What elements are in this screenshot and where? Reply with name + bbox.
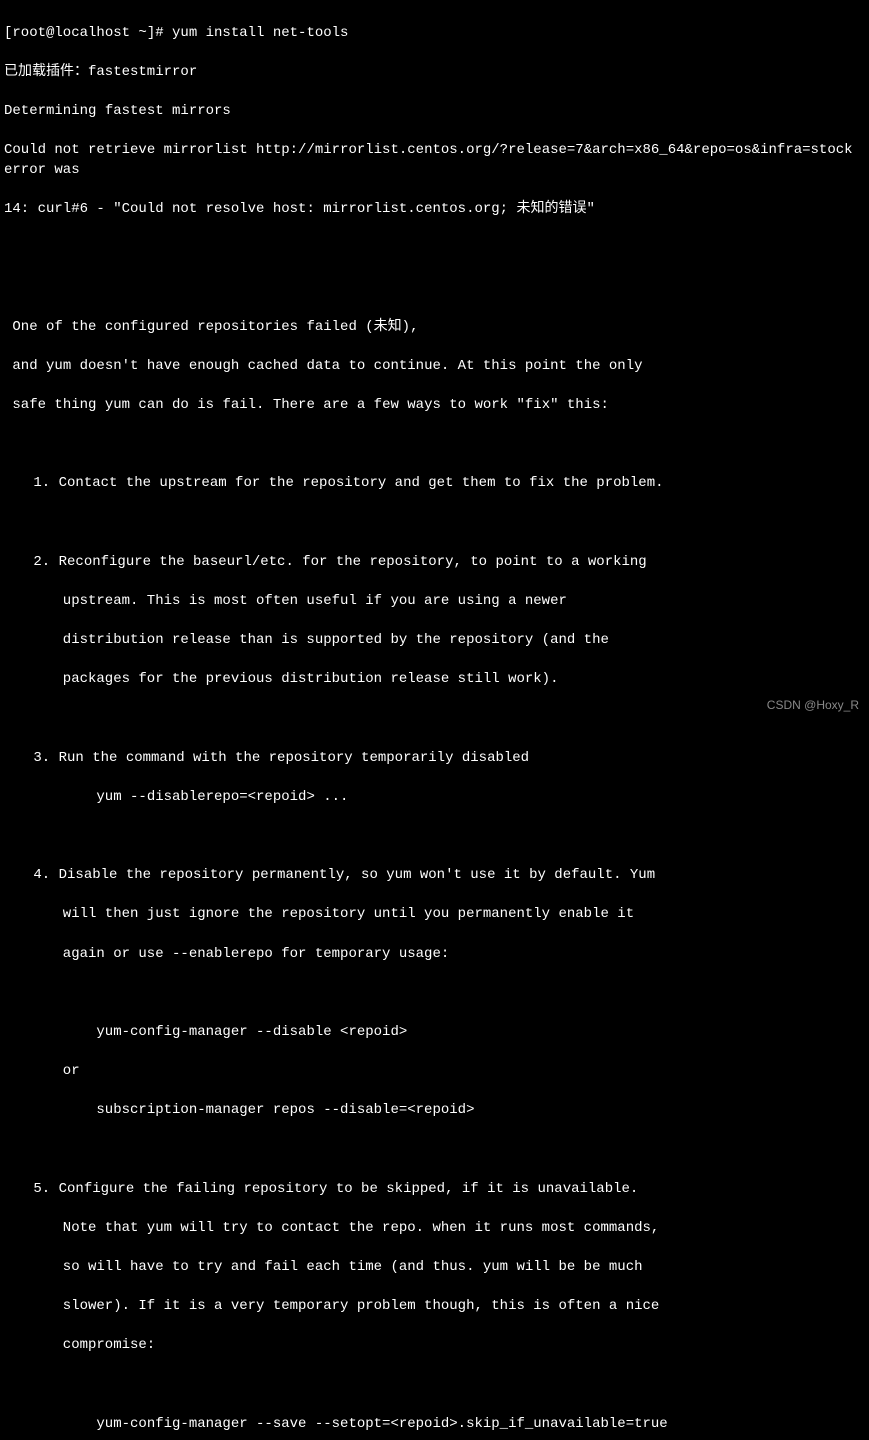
list-item-4-line: again or use --enablerepo for temporary … (4, 945, 865, 965)
list-item-5-line: Note that yum will try to contact the re… (4, 1219, 865, 1239)
list-item-3: 3. Run the command with the repository t… (4, 749, 865, 769)
shell-prompt-line: [root@localhost ~]# yum install net-tool… (4, 24, 865, 44)
list-item-5: 5. Configure the failing repository to b… (4, 1180, 865, 1200)
list-item-4-cmd: yum-config-manager --disable <repoid> (4, 1023, 865, 1043)
blank-line (4, 1140, 865, 1160)
output-line: Determining fastest mirrors (4, 102, 865, 122)
watermark-text: CSDN @Hoxy_R (767, 697, 859, 714)
list-item-2-line: packages for the previous distribution r… (4, 670, 865, 690)
list-item-5-line: compromise: (4, 1336, 865, 1356)
error-intro-line: safe thing yum can do is fail. There are… (4, 396, 865, 416)
blank-line (4, 513, 865, 533)
output-line: Could not retrieve mirrorlist http://mir… (4, 141, 865, 180)
list-item-4-or: or (4, 1062, 865, 1082)
list-item-4: 4. Disable the repository permanently, s… (4, 866, 865, 886)
error-intro-line: and yum doesn't have enough cached data … (4, 357, 865, 377)
blank-line (4, 435, 865, 455)
list-item-4-line: will then just ignore the repository unt… (4, 905, 865, 925)
list-item-5-line: so will have to try and fail each time (… (4, 1258, 865, 1278)
list-item-2: 2. Reconfigure the baseurl/etc. for the … (4, 553, 865, 573)
blank-line (4, 827, 865, 847)
blank-line (4, 278, 865, 298)
list-item-3-cmd: yum --disablerepo=<repoid> ... (4, 788, 865, 808)
list-item-1: 1. Contact the upstream for the reposito… (4, 474, 865, 494)
output-line: 已加载插件：fastestmirror (4, 63, 865, 83)
list-item-2-line: upstream. This is most often useful if y… (4, 592, 865, 612)
error-intro-line: One of the configured repositories faile… (4, 318, 865, 338)
blank-line (4, 1376, 865, 1396)
terminal-output[interactable]: [root@localhost ~]# yum install net-tool… (4, 4, 865, 1440)
list-item-2-line: distribution release than is supported b… (4, 631, 865, 651)
list-item-5-line: slower). If it is a very temporary probl… (4, 1297, 865, 1317)
blank-line (4, 709, 865, 729)
list-item-5-cmd: yum-config-manager --save --setopt=<repo… (4, 1415, 865, 1435)
output-line: 14: curl#6 - "Could not resolve host: mi… (4, 200, 865, 220)
blank-line (4, 984, 865, 1004)
blank-line (4, 239, 865, 259)
list-item-4-cmd: subscription-manager repos --disable=<re… (4, 1101, 865, 1121)
